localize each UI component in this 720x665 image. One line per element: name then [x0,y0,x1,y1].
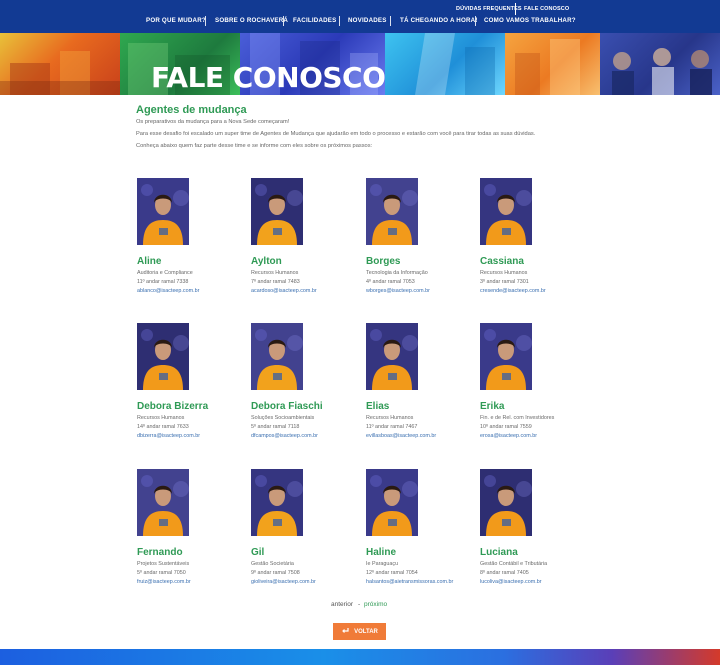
agent-department: Gestão Contábil e Tributária [480,561,548,567]
agent-department: Auditoria e Compliance [137,270,193,276]
agent-name: Debora Bizerra [137,401,209,412]
agent-email-link[interactable]: ablanco@isacteep.com.br [137,288,199,294]
agent-name: Erika [480,401,505,412]
agent-photo [251,469,303,536]
agent-location: 5º andar ramal 7050 [137,570,186,576]
footer-bar [0,649,720,665]
hero-panel-amber [505,33,600,95]
hero-panel-people [600,33,720,95]
back-button[interactable]: VOLTAR [333,623,386,640]
utility-link-faq[interactable]: DÚVIDAS FREQUENTES [456,6,522,12]
agent-location: 5º andar ramal 7118 [251,424,300,430]
agent-location: 8º andar ramal 7405 [480,570,529,576]
agent-name: Cassiana [480,256,524,267]
agent-photo [480,469,532,536]
section-heading: Agentes de mudança [136,104,247,116]
nav-item-facilidades[interactable]: FACILIDADES [293,17,336,24]
agent-location: 14º andar ramal 7633 [137,424,189,430]
agent-photo [366,178,418,245]
pagination-next-link[interactable]: próximo [364,601,387,608]
agent-photo [366,323,418,390]
utility-divider [515,3,516,15]
page-title: FALE CONOSCO [151,61,386,94]
agent-email-link[interactable]: cresende@isacteep.com.br [480,288,546,294]
agent-location: 11º andar ramal 7338 [137,279,189,285]
agent-department: Recursos Humanos [251,270,299,276]
nav-item-novidades[interactable]: NOVIDADES [348,17,387,24]
agent-name: Debora Fiaschi [251,401,323,412]
nav-item-ta-chegando-a-hora[interactable]: TÁ CHEGANDO A HORA! [400,17,478,24]
agent-email-link[interactable]: evillasboas@isacteep.com.br [366,433,436,439]
hero-panel-orange [0,33,120,95]
agent-email-link[interactable]: erosa@isacteep.com.br [480,433,537,439]
agent-email-link[interactable]: halsantos@aietransmissoras.com.br [366,579,453,585]
agent-department: Fin. e de Rel. com Investidores [480,415,555,421]
agent-photo [137,323,189,390]
pagination-prev-link[interactable]: anterior [331,601,353,608]
agent-email-link[interactable]: acardoso@isacteep.com.br [251,288,317,294]
agent-photo [137,469,189,536]
agent-department: Recursos Humanos [137,415,185,421]
agent-name: Gil [251,547,265,558]
agent-location: 3º andar ramal 7301 [480,279,529,285]
hero-panel-cyan [385,33,505,95]
agent-name: Luciana [480,547,518,558]
agent-name: Elias [366,401,390,412]
agent-department: Ie Paraguaçu [366,561,399,567]
agent-department: Recursos Humanos [366,415,414,421]
agent-photo [366,469,418,536]
nav-item-sobre-o-rochavera[interactable]: SOBRE O ROCHAVERÁ [215,17,288,24]
agent-location: 10º andar ramal 7559 [480,424,532,430]
agent-department: Projetos Sustentáveis [137,561,190,567]
back-button-label: VOLTAR [354,628,378,635]
intro-paragraph: Para esse desafio foi escalado um super … [136,131,536,137]
pagination-separator: - [358,601,361,608]
agent-photo [137,178,189,245]
nav-item-por-que-mudar[interactable]: POR QUE MUDAR? [146,17,206,24]
agent-department: Soluções Socioambientais [251,415,315,421]
nav-divider [339,16,340,26]
agent-name: Aline [137,256,162,267]
agent-email-link[interactable]: dfcampos@isacteep.com.br [251,433,318,439]
agent-photo [480,323,532,390]
agent-location: 7º andar ramal 7483 [251,279,300,285]
intro-paragraph: Conheça abaixo quem faz parte desse time… [136,143,373,149]
intro-paragraph: Os preparativos da mudança para a Nova S… [136,119,290,125]
agent-photo [480,178,532,245]
nav-divider [475,16,476,26]
agent-department: Tecnologia da Informação [366,270,428,276]
nav-divider [283,16,284,26]
agent-email-link[interactable]: fruiz@isacteep.com.br [137,579,191,585]
return-arrow-icon [341,627,349,636]
agent-name: Borges [366,256,401,267]
agent-name: Haline [366,547,397,558]
agent-name: Aylton [251,256,282,267]
utility-link-contact[interactable]: FALE CONOSCO [524,6,569,12]
agent-email-link[interactable]: gioliveira@isacteep.com.br [251,579,316,585]
agent-location: 11º andar ramal 7467 [366,424,418,430]
agent-email-link[interactable]: dbizerra@isacteep.com.br [137,433,200,439]
agent-email-link[interactable]: wborges@isacteep.com.br [366,288,430,294]
agent-location: 9º andar ramal 7508 [251,570,300,576]
agent-department: Recursos Humanos [480,270,528,276]
nav-divider [390,16,391,26]
nav-divider [205,16,206,26]
agent-department: Gestão Societária [251,561,294,567]
agent-email-link[interactable]: lucoliva@isacteep.com.br [480,579,542,585]
agent-photo [251,178,303,245]
agent-name: Fernando [137,547,183,558]
agent-photo [251,323,303,390]
agent-location: 12º andar ramal 7054 [366,570,418,576]
nav-item-como-vamos-trabalhar[interactable]: COMO VAMOS TRABALHAR? [484,17,576,24]
agent-location: 4º andar ramal 7053 [366,279,415,285]
